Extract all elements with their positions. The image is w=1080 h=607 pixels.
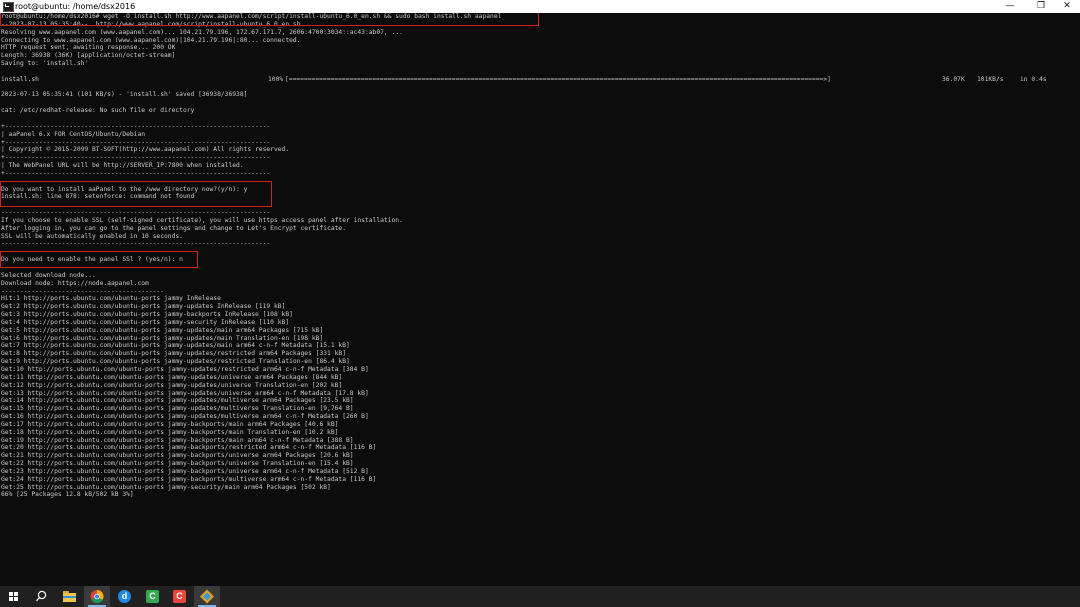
- app-c-green-button[interactable]: C: [139, 586, 165, 607]
- terminal-line: Selected download node...: [1, 271, 96, 279]
- terminal-line: Get:21 http://ports.ubuntu.com/ubuntu-po…: [1, 452, 354, 460]
- terminal-line: Get:12 http://ports.ubuntu.com/ubuntu-po…: [1, 381, 343, 389]
- progress-percent: 100%: [268, 76, 284, 83]
- terminal-line: HTTP request sent, awaiting response... …: [1, 44, 176, 52]
- taskbar: d C C: [0, 586, 1080, 607]
- terminal-line: Get:6 http://ports.ubuntu.com/ubuntu-por…: [1, 334, 324, 342]
- app-c-red-button[interactable]: C: [166, 586, 192, 607]
- terminal-line: After logging in, you can go to the pane…: [1, 224, 346, 232]
- terminal-line: Get:11 http://ports.ubuntu.com/ubuntu-po…: [1, 373, 343, 381]
- app-d-icon: d: [118, 590, 131, 603]
- close-button[interactable]: ✕: [1052, 0, 1080, 13]
- window-title: root@ubuntu: /home/dsx2016: [15, 2, 136, 11]
- progress-eta: in 0.4s: [1020, 76, 1047, 83]
- highlight-box-command: [0, 13, 539, 26]
- terminal-line: Get:15 http://ports.ubuntu.com/ubuntu-po…: [1, 405, 354, 413]
- terminal-line: Saving to: 'install.sh': [1, 60, 89, 68]
- folder-icon: [63, 591, 76, 602]
- chrome-button[interactable]: [84, 586, 110, 607]
- terminal-line: Get:2 http://ports.ubuntu.com/ubuntu-por…: [1, 303, 286, 311]
- search-button[interactable]: [28, 586, 54, 607]
- terminal-line: | Copyright © 2015-2099 BT-SOFT(http://w…: [1, 146, 290, 154]
- window-titlebar[interactable]: root@ubuntu: /home/dsx2016 — ❐ ✕: [0, 0, 1080, 13]
- terminal-line: +---------------------------------------…: [1, 169, 271, 177]
- terminal-line: Get:7 http://ports.ubuntu.com/ubuntu-por…: [1, 342, 350, 350]
- chrome-icon: [90, 590, 104, 603]
- highlight-box-install-prompt: [0, 181, 272, 207]
- progress-speed: 101KB/s: [977, 76, 1004, 83]
- terminal-line: Get:3 http://ports.ubuntu.com/ubuntu-por…: [1, 311, 293, 319]
- terminal-line: Connecting to www.aapanel.com (www.aapan…: [1, 36, 301, 44]
- app-d-button[interactable]: d: [111, 586, 137, 607]
- terminal-output[interactable]: root@ubuntu:/home/dsx2016# wget -O insta…: [0, 13, 1080, 586]
- progress-size: 36.07K: [942, 76, 965, 83]
- terminal-line: Download node: https://node.aapanel.com: [1, 279, 149, 287]
- terminal-line: Get:17 http://ports.ubuntu.com/ubuntu-po…: [1, 420, 339, 428]
- terminal-line: 66% [25 Packages 12.8 kB/502 kB 3%]: [1, 491, 134, 499]
- terminal-line: SSL will be automatically enabled in 10 …: [1, 232, 183, 240]
- highlight-box-ssl-prompt: [0, 251, 198, 268]
- terminal-line: ----------------------------------------…: [1, 287, 165, 295]
- terminal-line: 2023-07-13 05:35:41 (101 KB/s) - 'instal…: [1, 91, 248, 99]
- terminal-line: Get:14 http://ports.ubuntu.com/ubuntu-po…: [1, 397, 354, 405]
- terminal-line: ----------------------------------------…: [1, 240, 271, 248]
- terminal-line: Hit:1 http://ports.ubuntu.com/ubuntu-por…: [1, 295, 221, 303]
- terminal-line: Get:23 http://ports.ubuntu.com/ubuntu-po…: [1, 467, 369, 475]
- minimize-button[interactable]: —: [995, 0, 1025, 13]
- terminal-line: Resolving www.aapanel.com (www.aapanel.c…: [1, 28, 403, 36]
- terminal-line: Get:9 http://ports.ubuntu.com/ubuntu-por…: [1, 358, 350, 366]
- terminal-line: | aaPanel 6.x FOR CentOS/Ubuntu/Debian: [1, 130, 146, 138]
- terminal-line: Get:5 http://ports.ubuntu.com/ubuntu-por…: [1, 326, 324, 334]
- start-button[interactable]: [0, 586, 26, 607]
- terminal-line: Get:16 http://ports.ubuntu.com/ubuntu-po…: [1, 413, 369, 421]
- terminal-line: Get:13 http://ports.ubuntu.com/ubuntu-po…: [1, 389, 369, 397]
- terminal-line: Get:8 http://ports.ubuntu.com/ubuntu-por…: [1, 350, 346, 358]
- search-icon: [36, 590, 47, 602]
- app-diamond-icon: [200, 589, 214, 604]
- progress-bar: [=======================================…: [285, 76, 831, 83]
- terminal-line: +---------------------------------------…: [1, 122, 271, 130]
- app-c-icon: C: [173, 590, 186, 603]
- terminal-line: Get:18 http://ports.ubuntu.com/ubuntu-po…: [1, 428, 339, 436]
- terminal-line: Get:10 http://ports.ubuntu.com/ubuntu-po…: [1, 365, 369, 373]
- app-c-icon: C: [146, 590, 159, 603]
- terminal-line: Get:19 http://ports.ubuntu.com/ubuntu-po…: [1, 436, 354, 444]
- terminal-line: +---------------------------------------…: [1, 138, 271, 146]
- terminal-line: Get:4 http://ports.ubuntu.com/ubuntu-por…: [1, 318, 290, 326]
- terminal-icon: [3, 2, 14, 12]
- windows-logo-icon: [9, 592, 19, 602]
- terminal-line: Get:20 http://ports.ubuntu.com/ubuntu-po…: [1, 444, 377, 452]
- terminal-line: +---------------------------------------…: [1, 154, 271, 162]
- file-explorer-button[interactable]: [56, 586, 82, 607]
- terminal-line: cat: /etc/redhat-release: No such file o…: [1, 107, 195, 115]
- terminal-line: Get:24 http://ports.ubuntu.com/ubuntu-po…: [1, 475, 377, 483]
- terminal-line: | The WebPanel URL will be http://SERVER…: [1, 162, 244, 170]
- terminal-line: ----------------------------------------…: [1, 209, 271, 217]
- terminal-app-button[interactable]: [194, 586, 220, 607]
- terminal-line: Get:22 http://ports.ubuntu.com/ubuntu-po…: [1, 460, 354, 468]
- terminal-line: Get:25 http://ports.ubuntu.com/ubuntu-po…: [1, 483, 331, 491]
- terminal-line: Length: 36938 (36K) [application/octet-s…: [1, 52, 176, 60]
- terminal-line: If you choose to enable SSL (self-signed…: [1, 216, 403, 224]
